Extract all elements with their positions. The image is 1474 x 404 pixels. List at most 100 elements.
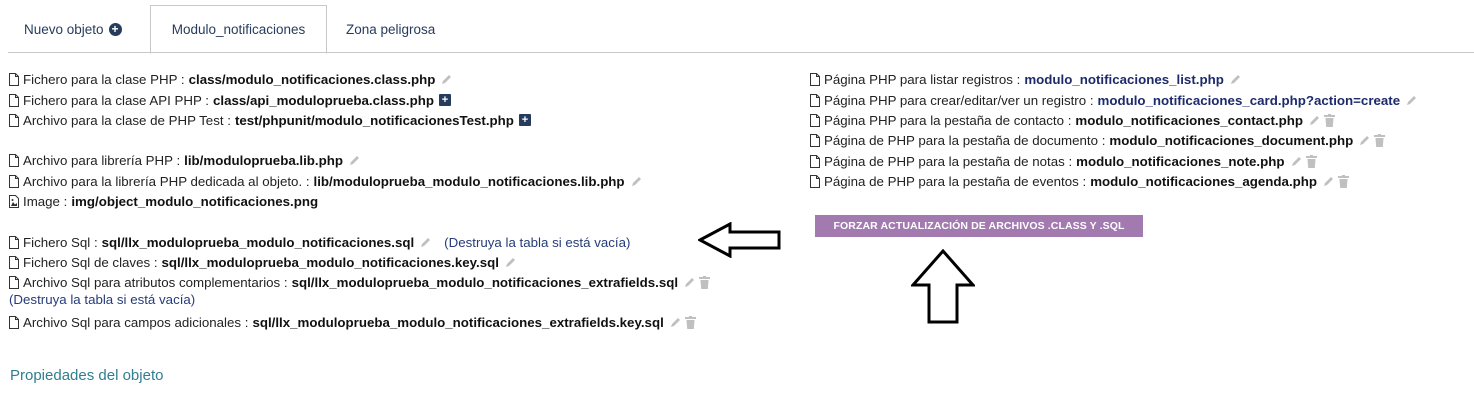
edit-pencil-icon[interactable] xyxy=(683,276,696,289)
file-icon xyxy=(9,255,19,269)
file-icon xyxy=(810,154,820,168)
left-value-9: sql/llx_moduloprueba_modulo_notificacion… xyxy=(252,314,664,330)
edit-pencil-icon[interactable] xyxy=(419,236,432,249)
edit-pencil-icon[interactable] xyxy=(1358,134,1371,147)
file-icon xyxy=(9,235,19,249)
left-row-1: Fichero para la clase API PHP : class/ap… xyxy=(9,91,451,109)
left-value-5: img/object_modulo_notificaciones.png xyxy=(71,193,319,209)
right-row-0: Página PHP para listar registros : modul… xyxy=(810,70,1242,88)
trash-icon[interactable] xyxy=(1338,174,1350,188)
right-label-1: Página PHP para crear/editar/ver un regi… xyxy=(824,92,1094,108)
edit-pencil-icon[interactable] xyxy=(630,175,643,188)
file-icon xyxy=(9,315,19,329)
right-value-0[interactable]: modulo_notificaciones_list.php xyxy=(1024,72,1223,87)
file-icon xyxy=(810,93,820,107)
left-value-1: class/api_moduloprueba.class.php xyxy=(213,92,434,108)
left-arrow-icon xyxy=(698,222,781,258)
left-label-3: Archivo para librería PHP : xyxy=(23,152,181,168)
tab-module[interactable]: Modulo_notificaciones xyxy=(150,5,327,54)
right-value-5: modulo_notificaciones_agenda.php xyxy=(1090,173,1318,189)
left-value-0: class/modulo_notificaciones.class.php xyxy=(188,71,436,87)
edit-pencil-icon[interactable] xyxy=(1229,73,1242,86)
image-file-icon xyxy=(9,194,19,208)
tab-module-label: Modulo_notificaciones xyxy=(171,22,306,37)
object-properties-title: Propiedades del objeto xyxy=(10,367,164,384)
trash-icon[interactable] xyxy=(1305,154,1317,168)
edit-pencil-icon[interactable] xyxy=(440,73,453,86)
tab-danger-zone-label: Zona peligrosa xyxy=(346,22,436,37)
destroy-table-link[interactable]: (Destruya la tabla si está vacía) xyxy=(444,235,630,250)
left-label-7: Fichero Sql de claves : xyxy=(23,254,158,270)
left-row-7: Fichero Sql de claves : sql/llx_modulopr… xyxy=(9,253,517,271)
left-value-2: test/phpunit/modulo_notificacionesTest.p… xyxy=(234,112,514,128)
file-icon xyxy=(810,113,820,127)
left-row-0: Fichero para la clase PHP : class/modulo… xyxy=(9,70,453,88)
right-label-3: Página de PHP para la pestaña de documen… xyxy=(824,132,1106,148)
right-value-4: modulo_notificaciones_note.php xyxy=(1076,153,1285,169)
add-square-icon[interactable]: + xyxy=(518,114,531,126)
left-row-8: Archivo Sql para atributos complementari… xyxy=(9,273,711,291)
up-arrow-icon xyxy=(911,249,975,324)
right-label-2: Página PHP para la pestaña de contacto : xyxy=(824,112,1072,128)
left-row-6: Fichero Sql : sql/llx_moduloprueba_modul… xyxy=(9,233,630,251)
right-value-2: modulo_notificaciones_contact.php xyxy=(1075,112,1303,128)
right-label-5: Página de PHP para la pestaña de eventos… xyxy=(824,173,1087,189)
right-row-5: Página de PHP para la pestaña de eventos… xyxy=(810,172,1350,190)
edit-pencil-icon[interactable] xyxy=(1290,155,1303,168)
left-label-9: Archivo Sql para campos adicionales : xyxy=(23,314,249,330)
force-update-button[interactable]: FORZAR ACTUALIZACIÓN DE ARCHIVOS .CLASS … xyxy=(815,215,1143,237)
add-square-icon[interactable]: + xyxy=(438,94,451,106)
edit-pencil-icon[interactable] xyxy=(1405,94,1418,107)
edit-pencil-icon[interactable] xyxy=(1308,114,1321,127)
tab-bar: Nuevo objeto + Modulo_notificaciones Zon… xyxy=(0,0,1474,54)
edit-pencil-icon[interactable] xyxy=(669,316,682,329)
left-label-5: Image : xyxy=(23,193,68,209)
left-row-9: Archivo Sql para campos adicionales : sq… xyxy=(9,313,696,331)
file-icon xyxy=(810,174,820,188)
right-row-4: Página de PHP para la pestaña de notas :… xyxy=(810,152,1317,170)
left-row-5: Image : img/object_modulo_notificaciones… xyxy=(9,192,318,210)
tab-danger-zone[interactable]: Zona peligrosa xyxy=(346,22,435,37)
left-value-3: lib/moduloprueba.lib.php xyxy=(184,152,343,168)
file-icon xyxy=(9,153,19,167)
trash-icon[interactable] xyxy=(1323,113,1335,127)
left-label-1: Fichero para la clase API PHP : xyxy=(23,92,210,108)
tab-new-object-label: Nuevo objeto xyxy=(24,22,104,37)
plus-circle-icon: + xyxy=(108,23,122,36)
left-row-4: Archivo para la librería PHP dedicada al… xyxy=(9,172,643,190)
file-icon xyxy=(9,113,19,127)
left-label-0: Fichero para la clase PHP : xyxy=(23,71,185,87)
left-value-6: sql/llx_moduloprueba_modulo_notificacion… xyxy=(101,234,415,250)
file-icon xyxy=(9,174,19,188)
tab-divider xyxy=(8,52,1474,53)
left-value-8: sql/llx_moduloprueba_modulo_notificacion… xyxy=(291,274,679,290)
edit-pencil-icon[interactable] xyxy=(1322,175,1335,188)
right-value-3: modulo_notificaciones_document.php xyxy=(1109,132,1354,148)
right-label-0: Página PHP para listar registros : xyxy=(824,71,1021,87)
left-row-3: Archivo para librería PHP : lib/modulopr… xyxy=(9,151,361,169)
left-value-7: sql/llx_moduloprueba_modulo_notificacion… xyxy=(161,254,499,270)
edit-pencil-icon[interactable] xyxy=(504,256,517,269)
trash-icon[interactable] xyxy=(684,315,696,329)
edit-pencil-icon[interactable] xyxy=(348,154,361,167)
right-value-1[interactable]: modulo_notificaciones_card.php?action=cr… xyxy=(1098,93,1401,108)
right-row-1: Página PHP para crear/editar/ver un regi… xyxy=(810,91,1418,109)
left-label-4: Archivo para la librería PHP dedicada al… xyxy=(23,173,310,189)
destroy-table-link[interactable]: (Destruya la tabla si está vacía) xyxy=(9,292,195,307)
left-label-2: Archivo para la clase de PHP Test : xyxy=(23,112,231,128)
file-icon xyxy=(9,72,19,86)
right-label-4: Página de PHP para la pestaña de notas : xyxy=(824,153,1073,169)
trash-icon[interactable] xyxy=(699,275,711,289)
left-label-8: Archivo Sql para atributos complementari… xyxy=(23,274,288,290)
file-icon xyxy=(810,72,820,86)
left-value-4: lib/moduloprueba_modulo_notificaciones.l… xyxy=(313,173,625,189)
left-row-2: Archivo para la clase de PHP Test : test… xyxy=(9,111,531,129)
tab-new-object[interactable]: Nuevo objeto + xyxy=(24,22,122,37)
file-icon xyxy=(9,93,19,107)
right-row-2: Página PHP para la pestaña de contacto :… xyxy=(810,111,1335,129)
left-label-6: Fichero Sql : xyxy=(23,234,98,250)
file-icon xyxy=(810,133,820,147)
right-row-3: Página de PHP para la pestaña de documen… xyxy=(810,131,1386,149)
file-icon xyxy=(9,275,19,289)
trash-icon[interactable] xyxy=(1374,133,1386,147)
